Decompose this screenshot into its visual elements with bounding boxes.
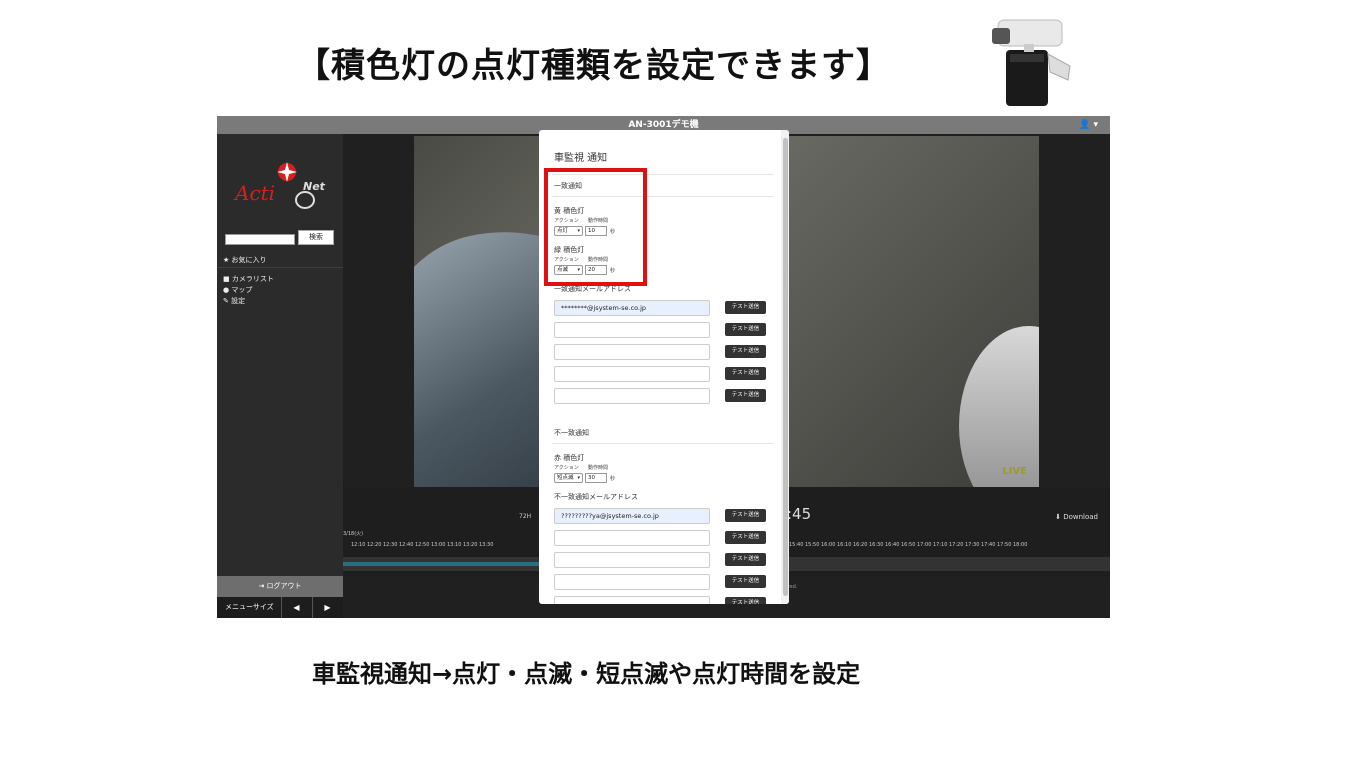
test-send-button[interactable]: テスト送信 [725,345,766,358]
slide: 【積色灯の点灯種類を設定できます】 AN-3001デモ機 👤 ▾ Acti Ne… [0,0,1355,782]
match-email-input-2[interactable] [554,322,710,338]
mismatch-section-title: 不一致通知 [554,429,589,437]
menu-shrink-icon[interactable]: ◀ [281,597,311,618]
live-indicator: LIVE [1002,466,1027,477]
test-send-button[interactable]: テスト送信 [725,323,766,336]
seconds-unit: 秒 [610,476,616,482]
search-button[interactable]: 検索 [298,230,334,245]
mismatch-mail-label: 不一致通知メールアドレス [554,493,638,501]
match-email-input-4[interactable] [554,366,710,382]
ticks-right: 15:40 15:50 16:00 16:10 16:20 16:30 16:4… [789,542,1028,548]
range-72h-button[interactable]: 72H [519,513,531,520]
test-send-button[interactable]: テスト送信 [725,597,766,604]
mismatch-email-input-1[interactable]: ?????????ya@jsystem-se.co.jp [554,508,710,524]
mismatch-email-input-2[interactable] [554,530,710,546]
test-send-button[interactable]: テスト送信 [725,553,766,566]
test-send-button[interactable]: テスト送信 [725,367,766,380]
action-label: アクション [554,465,579,471]
mismatch-email-input-3[interactable] [554,552,710,568]
slide-title: 【積色灯の点灯種類を設定できます】 [296,46,891,86]
car-shape-right [959,326,1039,487]
menu-expand-icon[interactable]: ▶ [312,597,342,618]
test-send-button[interactable]: テスト送信 [725,389,766,402]
match-email-input-3[interactable] [554,344,710,360]
timeline-recorded [343,562,543,566]
logout-button[interactable]: ⇥ ログアウト [217,576,343,597]
slide-caption: 車監視通知→点灯・点滅・短点滅や点灯時間を設定 [312,660,861,688]
match-email-input-5[interactable] [554,388,710,404]
user-menu-icon[interactable]: 👤 ▾ [1079,116,1098,134]
playback-clock: :45 [787,505,812,523]
match-email-input-1[interactable]: ********@jsystem-se.co.jp [554,300,710,316]
window-title: AN-3001デモ機 [628,120,699,130]
download-button[interactable]: ⬇ Download [1055,513,1098,521]
mismatch-email-input-4[interactable] [554,574,710,590]
actiu-net-logo: Acti Net [233,162,326,209]
highlight-box [544,168,647,286]
red-action-value: 短点滅 [557,475,574,481]
duration-label: 動作時間 [588,465,609,471]
chevron-down-icon: ▾ [577,475,580,481]
sidebar: Acti Net 検索 ★ お気に入り ■ カメラリスト ● マップ ✎ 設定 … [217,134,343,618]
modal-scrollbar-thumb[interactable] [783,138,788,596]
test-send-button[interactable]: テスト送信 [725,301,766,314]
ticks-left: 12:10 12:20 12:30 12:40 12:50 13:00 13:1… [351,542,494,548]
sidebar-item-map[interactable]: ● マップ [223,285,252,295]
menu-size-label: メニューサイズ [225,603,274,611]
sidebar-item-favorites[interactable]: ★ お気に入り [223,255,267,265]
test-send-button[interactable]: テスト送信 [725,575,766,588]
red-duration-input[interactable]: 30 [585,473,607,483]
svg-text:Acti: Acti [233,181,275,205]
security-camera-icon [992,19,1071,106]
modal-title: 車監視 通知 [554,153,608,164]
menu-size-bar: メニューサイズ ◀ ▶ [217,597,343,618]
search-input[interactable] [225,234,295,245]
sidebar-item-camera-list[interactable]: ■ カメラリスト [223,274,274,284]
sidebar-item-settings[interactable]: ✎ 設定 [223,296,245,306]
red-action-select[interactable]: 短点滅 ▾ [554,473,583,483]
sidebar-divider [217,267,343,268]
test-send-button[interactable]: テスト送信 [725,531,766,544]
mismatch-email-input-5[interactable] [554,596,710,604]
svg-text:Net: Net [303,180,326,193]
section-divider [552,443,774,444]
red-light-label: 赤 積色灯 [554,454,585,462]
timeline-date: 3/18(火) [343,531,364,537]
modal-scrollbar[interactable] [781,130,789,604]
test-send-button[interactable]: テスト送信 [725,509,766,522]
